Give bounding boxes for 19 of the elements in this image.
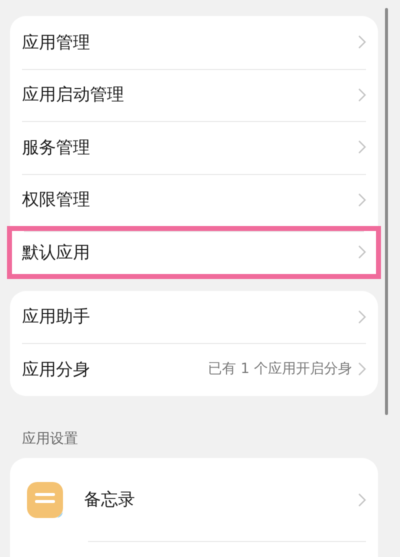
- settings-item[interactable]: 应用助手: [10, 290, 378, 343]
- settings-item[interactable]: 应用启动管理: [10, 68, 378, 121]
- chevron-right-icon: [358, 88, 366, 102]
- chevron-right-icon: [358, 362, 366, 376]
- chevron-right-icon: [358, 245, 366, 260]
- app-item[interactable]: 备忘录: [10, 458, 378, 542]
- settings-item[interactable]: 应用管理: [10, 16, 378, 68]
- chevron-right-icon: [358, 192, 366, 207]
- settings-item[interactable]: 权限管理: [10, 174, 378, 226]
- chevron-right-icon: [358, 310, 366, 324]
- section-header: 应用设置: [21, 430, 79, 448]
- settings-item[interactable]: 服务管理: [10, 121, 378, 174]
- chevron-right-icon: [358, 35, 366, 50]
- chevron-right-icon: [358, 140, 366, 154]
- settings-item[interactable]: 默认应用: [7, 226, 381, 278]
- item-value: 已有 1 个应用开启分身: [208, 360, 352, 378]
- settings-item[interactable]: 应用分身 已有 1 个应用开启分身: [10, 343, 378, 396]
- chevron-right-icon: [358, 492, 366, 506]
- note-app-icon: [27, 482, 63, 518]
